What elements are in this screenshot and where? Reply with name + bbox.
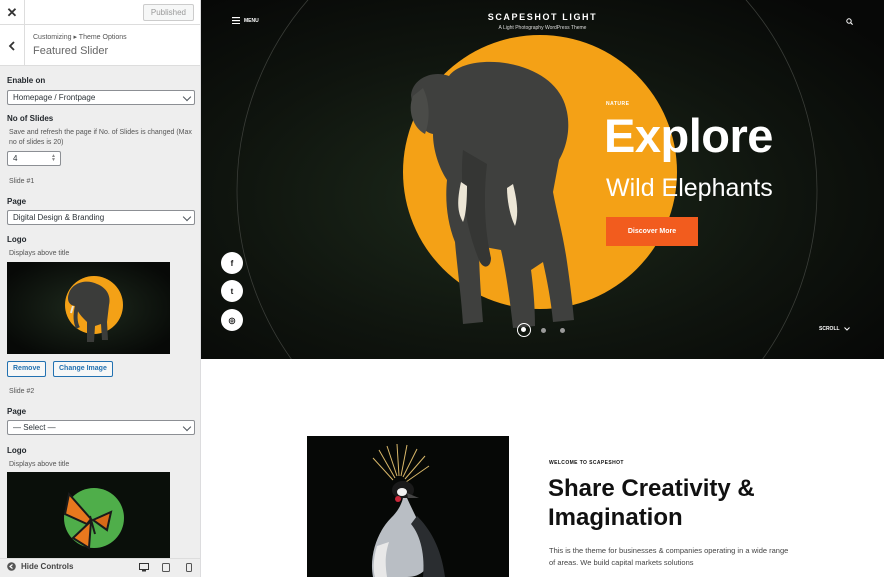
slide2-logo-label: Logo [7,446,27,455]
hero-category: NATURE [606,101,630,107]
slide1-page-value: Digital Design & Branding [13,213,105,222]
crane-image [307,436,509,577]
discover-more-button[interactable]: Discover More [606,217,698,246]
slide1-page-select[interactable]: Digital Design & Branding [7,210,195,225]
customizer-topbar: ✕ Published [0,0,200,25]
slide2-logo-note: Displays above title [9,461,70,468]
butterfly-thumbnail-image [7,472,170,558]
num-slides-label: No of Slides [7,114,54,123]
customizer-footer: Hide Controls [0,558,200,577]
slider-dot[interactable] [559,327,565,333]
chevron-left-icon [8,40,15,51]
hide-controls-label: Hide Controls [21,562,74,571]
scroll-indicator[interactable]: SCROLL [819,326,850,332]
desktop-preview-icon[interactable] [139,563,149,572]
crowned-crane-photo [307,436,509,577]
num-slides-input[interactable]: 4 ▲ ▼ [7,151,61,166]
close-icon: ✕ [6,4,18,20]
slider-dot[interactable] [540,327,546,333]
close-customizer-button[interactable]: ✕ [0,0,25,25]
collapse-icon [7,562,16,571]
num-slides-note: Save and refresh the page if No. of Slid… [9,129,192,146]
num-slides-value: 4 [13,154,18,163]
hero-title: Explore [604,109,773,162]
section-headline: Share Creativity & Imagination [548,475,755,531]
slide2-page-select[interactable]: — Select — [7,420,195,435]
site-title[interactable]: SCAPESHOT LIGHT [201,12,884,22]
enable-on-label: Enable on [7,76,46,85]
hero-subtitle: Wild Elephants [606,174,773,202]
publish-button[interactable]: Published [142,4,194,21]
customizer-panel: ✕ Published Customizing ▸ Theme Options … [0,0,201,577]
chevron-down-icon [182,92,192,102]
chevron-down-icon [182,212,192,222]
slide1-logo-thumbnail[interactable] [7,262,170,354]
site-tagline: A Light Photography WordPress Theme [498,25,587,31]
chevron-down-icon [182,422,192,432]
search-icon[interactable] [846,18,853,25]
facebook-icon[interactable]: f [221,252,243,274]
slide1-logo-note: Displays above title [9,250,70,257]
change-image-button[interactable]: Change Image [53,361,113,377]
enable-on-value: Homepage / Frontpage [13,93,96,102]
hero-slider: MENU SCAPESHOT LIGHT A Light Photography… [201,0,884,359]
slide2-logo-thumbnail[interactable] [7,472,170,558]
section-eyebrow: WELCOME TO SCAPESHOT [549,460,624,466]
chevron-down-icon [843,327,850,331]
section-header: Customizing ▸ Theme Options Featured Sli… [0,25,200,66]
hero-background-image [201,0,884,359]
slide1-logo-label: Logo [7,235,27,244]
section-body: This is the theme for businesses & compa… [549,546,789,567]
spinner-icon[interactable]: ▲ ▼ [51,154,56,163]
remove-image-button[interactable]: Remove [7,361,47,377]
elephant-thumbnail-image [7,262,170,354]
slide2-page-label: Page [7,407,27,416]
slide-heading: Slide #1 [9,178,35,185]
slide2-page-value: — Select — [13,423,56,432]
slide1-page-label: Page [7,197,27,206]
breadcrumb: Customizing ▸ Theme Options [33,34,127,41]
twitter-icon[interactable]: t [221,280,243,302]
slide-heading: Slide #2 [9,388,35,395]
scroll-label: SCROLL [819,326,840,332]
hide-controls-button[interactable]: Hide Controls [7,562,73,571]
tablet-preview-icon[interactable] [162,563,170,572]
enable-on-select[interactable]: Homepage / Frontpage [7,90,195,105]
mobile-preview-icon[interactable] [186,563,192,572]
section-title: Featured Slider [33,45,109,57]
slider-dot[interactable] [517,323,531,337]
instagram-icon[interactable]: ◎ [221,309,243,331]
back-button[interactable] [0,25,25,66]
